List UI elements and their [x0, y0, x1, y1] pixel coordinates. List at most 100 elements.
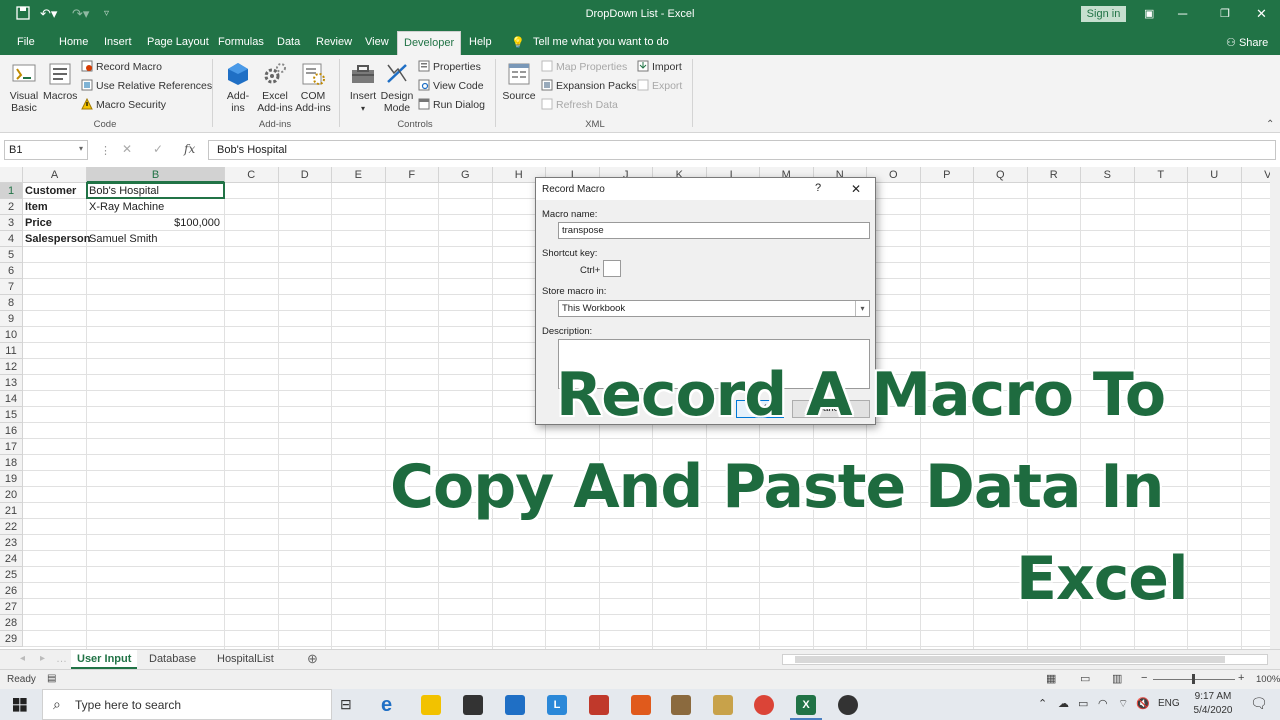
excel-add-ins-button[interactable]: Excel Add-ins [256, 61, 294, 114]
sheet-tab-database[interactable]: Database [143, 650, 202, 669]
row-header[interactable]: 29 [0, 631, 23, 647]
sheet-tab-user-input[interactable]: User Input [71, 650, 138, 669]
formula-input[interactable]: Bob's Hospital [208, 140, 1276, 160]
row-header[interactable]: 13 [0, 375, 23, 391]
task-view-icon[interactable]: ⊟ [340, 696, 352, 713]
row-header[interactable]: 14 [0, 391, 23, 407]
zoom-out-icon[interactable]: − [1141, 672, 1147, 684]
row-header[interactable]: 2 [0, 199, 23, 215]
row-header[interactable]: 9 [0, 311, 23, 327]
macros-button[interactable]: Macros [43, 61, 77, 102]
chevron-down-icon[interactable]: ▾ [79, 144, 83, 153]
normal-view-icon[interactable]: ▦ [1046, 672, 1056, 685]
row-header[interactable]: 25 [0, 567, 23, 583]
wifi-icon[interactable]: ⌔ [1118, 697, 1128, 711]
tab-formulas[interactable]: Formulas [218, 36, 264, 48]
tab-file[interactable]: File [17, 36, 35, 48]
tab-page-layout[interactable]: Page Layout [147, 36, 209, 48]
minimize-icon[interactable]: ─ [1178, 6, 1187, 22]
column-header[interactable]: Q [974, 167, 1028, 183]
column-header[interactable]: U [1188, 167, 1242, 183]
cell-b2[interactable]: X-Ray Machine [87, 199, 225, 215]
macro-name-input[interactable]: transpose [558, 222, 870, 239]
column-header[interactable]: E [332, 167, 386, 183]
notifications-icon[interactable]: 🗨 [1250, 695, 1268, 712]
tray-chevron-icon[interactable]: ⌃ [1038, 697, 1047, 710]
use-relative-references-button[interactable]: Use Relative References [81, 79, 212, 93]
row-header[interactable]: 22 [0, 519, 23, 535]
restore-icon[interactable]: ❐ [1220, 6, 1230, 22]
taskbar-search-box[interactable]: ⌕ Type here to search [42, 689, 332, 720]
notebook-icon[interactable] [713, 695, 733, 715]
collapse-ribbon-icon[interactable]: ⌃ [1266, 119, 1274, 130]
column-header[interactable]: F [385, 167, 439, 183]
sheet-tab-hospitallist[interactable]: HospitalList [211, 650, 280, 669]
add-sheet-icon[interactable]: ⊕ [307, 651, 318, 667]
row-header[interactable]: 3 [0, 215, 23, 231]
row-header[interactable]: 19 [0, 471, 23, 487]
scroll-right-icon[interactable]: ▸ [40, 653, 45, 664]
tab-review[interactable]: Review [316, 36, 352, 48]
tab-developer[interactable]: Developer [397, 31, 462, 55]
close-window-icon[interactable]: ✕ [1256, 6, 1267, 22]
import-button[interactable]: Import [637, 60, 682, 74]
row-header[interactable]: 6 [0, 263, 23, 279]
dialog-help-button[interactable]: ? [815, 182, 821, 194]
column-header[interactable]: V [1241, 167, 1270, 183]
mcafee-icon[interactable] [589, 695, 609, 715]
page-layout-view-icon[interactable]: ▭ [1080, 672, 1090, 685]
page-break-view-icon[interactable]: ▥ [1112, 672, 1122, 685]
cell-a2[interactable]: Item [23, 199, 87, 215]
select-all-corner[interactable] [0, 167, 23, 183]
macro-security-button[interactable]: Macro Security [81, 98, 166, 112]
cell-a3[interactable]: Price [23, 215, 87, 231]
shortcut-key-input[interactable] [603, 260, 621, 277]
cell-b4[interactable]: Samuel Smith [87, 231, 225, 247]
properties-button[interactable]: Properties [418, 60, 481, 74]
expansion-packs-button[interactable]: Expansion Packs [541, 79, 637, 93]
store-icon[interactable] [463, 695, 483, 715]
macro-recording-icon[interactable]: ▤ [47, 673, 56, 684]
obs-icon[interactable] [838, 695, 858, 715]
column-header[interactable]: C [225, 167, 279, 183]
excel-taskbar-icon[interactable]: X [796, 695, 816, 715]
insert-function-icon[interactable]: fx [184, 142, 195, 156]
row-header[interactable]: 26 [0, 583, 23, 599]
confirm-entry-icon[interactable]: ✓ [153, 142, 163, 156]
row-header[interactable]: 18 [0, 455, 23, 471]
row-header[interactable]: 7 [0, 279, 23, 295]
zoom-in-icon[interactable]: + [1238, 672, 1244, 684]
cell-a1[interactable]: Customer [23, 183, 87, 199]
scrollbar-thumb[interactable] [795, 656, 1225, 663]
edge-browser-icon[interactable]: e [381, 695, 401, 715]
column-header[interactable]: B [87, 167, 225, 183]
tab-home[interactable]: Home [59, 36, 88, 48]
network-icon[interactable]: ◠ [1098, 697, 1108, 710]
row-header[interactable]: 12 [0, 359, 23, 375]
row-header[interactable]: 21 [0, 503, 23, 519]
windows-start-icon[interactable] [13, 698, 27, 712]
battery-icon[interactable]: ▭ [1078, 697, 1088, 710]
row-header[interactable]: 17 [0, 439, 23, 455]
store-macro-select[interactable]: This Workbook ▾ [558, 300, 870, 317]
add-ins-button[interactable]: Add- ins [223, 61, 253, 114]
chrome-icon[interactable] [754, 695, 774, 715]
vertical-scrollbar[interactable] [1270, 167, 1280, 649]
file-explorer-icon[interactable] [421, 695, 441, 715]
office-icon[interactable] [631, 695, 651, 715]
source-button[interactable]: Source [501, 61, 537, 102]
map-properties-button[interactable]: Map Properties [541, 60, 627, 74]
column-header[interactable]: P [920, 167, 974, 183]
tell-me-search[interactable]: Tell me what you want to do [533, 36, 669, 48]
cancel-entry-icon[interactable]: ✕ [122, 142, 132, 156]
clock-date[interactable]: 5/4/2020 [1192, 705, 1234, 716]
scroll-left-icon[interactable]: ◂ [20, 653, 25, 664]
view-code-button[interactable]: View Code [418, 79, 484, 93]
row-header[interactable]: 24 [0, 551, 23, 567]
column-header[interactable]: R [1027, 167, 1081, 183]
tab-insert[interactable]: Insert [104, 36, 132, 48]
row-header[interactable]: 15 [0, 407, 23, 423]
row-header[interactable]: 23 [0, 535, 23, 551]
lync-icon[interactable]: L [547, 695, 567, 715]
onedrive-icon[interactable]: ☁ [1058, 697, 1069, 710]
